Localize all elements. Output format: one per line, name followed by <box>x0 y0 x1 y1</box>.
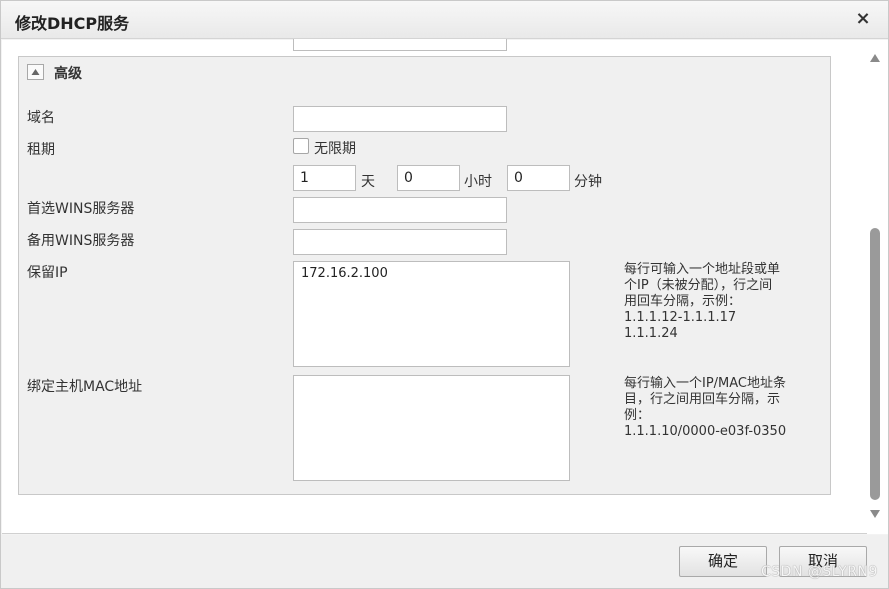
unlimited-label: 无限期 <box>314 141 356 157</box>
hint-line: 个IP（未被分配），行之间 <box>624 278 773 293</box>
hint-line: 1.1.1.24 <box>624 326 678 341</box>
reserved-ip-label: 保留IP <box>27 265 68 281</box>
lease-days-input[interactable] <box>293 165 356 191</box>
primary-wins-input[interactable] <box>293 197 507 223</box>
scroll-down-icon[interactable] <box>869 509 881 519</box>
minutes-unit-label: 分钟 <box>574 174 602 190</box>
ok-button[interactable]: 确定 <box>679 546 767 577</box>
bind-mac-label: 绑定主机MAC地址 <box>27 379 143 395</box>
hint-line: 1.1.1.12-1.1.1.17 <box>624 310 737 325</box>
watermark: CSDN @SLYRN9 <box>761 564 878 580</box>
hint-line: 用回车分隔，示例： <box>624 294 742 309</box>
hint-line: 例： <box>624 408 651 423</box>
lease-hours-input[interactable] <box>397 165 460 191</box>
hint-line: 1.1.1.10/0000-e03f-0350 <box>624 424 787 439</box>
primary-wins-label: 首选WINS服务器 <box>27 201 135 217</box>
backup-wins-label: 备用WINS服务器 <box>27 233 135 249</box>
dialog-titlebar[interactable]: 修改DHCP服务 × <box>1 1 888 39</box>
advanced-panel-title: 高级 <box>54 66 82 82</box>
scroll-up-icon[interactable] <box>869 53 881 63</box>
hint-line: 每行可输入一个地址段或单 <box>624 262 781 277</box>
scrolled-input-stub[interactable] <box>293 39 507 51</box>
backup-wins-input[interactable] <box>293 229 507 255</box>
domain-input[interactable] <box>293 106 507 132</box>
bind-mac-hint: 每行输入一个IP/MAC地址条 目，行之间用回车分隔，示 例： 1.1.1.10… <box>624 376 786 440</box>
dhcp-edit-dialog: 修改DHCP服务 × 高级 域名 租期 无限期 天 小时 分钟 首选WINS服务… <box>0 0 889 589</box>
close-icon[interactable]: × <box>853 9 873 29</box>
bind-mac-textarea[interactable] <box>293 375 570 481</box>
lease-label: 租期 <box>27 142 55 158</box>
scrollbar-thumb[interactable] <box>870 228 880 500</box>
hint-line: 每行输入一个IP/MAC地址条 <box>624 376 787 391</box>
unlimited-checkbox[interactable] <box>293 138 309 154</box>
reserved-ip-hint: 每行可输入一个地址段或单 个IP（未被分配），行之间 用回车分隔，示例： 1.1… <box>624 262 780 342</box>
hint-line: 目，行之间用回车分隔，示 <box>624 392 781 407</box>
reserved-ip-textarea[interactable]: 172.16.2.100 <box>293 261 570 367</box>
hours-unit-label: 小时 <box>464 174 492 190</box>
triangle-up-icon <box>31 69 40 75</box>
lease-minutes-input[interactable] <box>507 165 570 191</box>
domain-label: 域名 <box>27 110 55 126</box>
collapse-toggle-button[interactable] <box>27 64 44 80</box>
dialog-title: 修改DHCP服务 <box>15 14 130 33</box>
days-unit-label: 天 <box>361 174 375 190</box>
